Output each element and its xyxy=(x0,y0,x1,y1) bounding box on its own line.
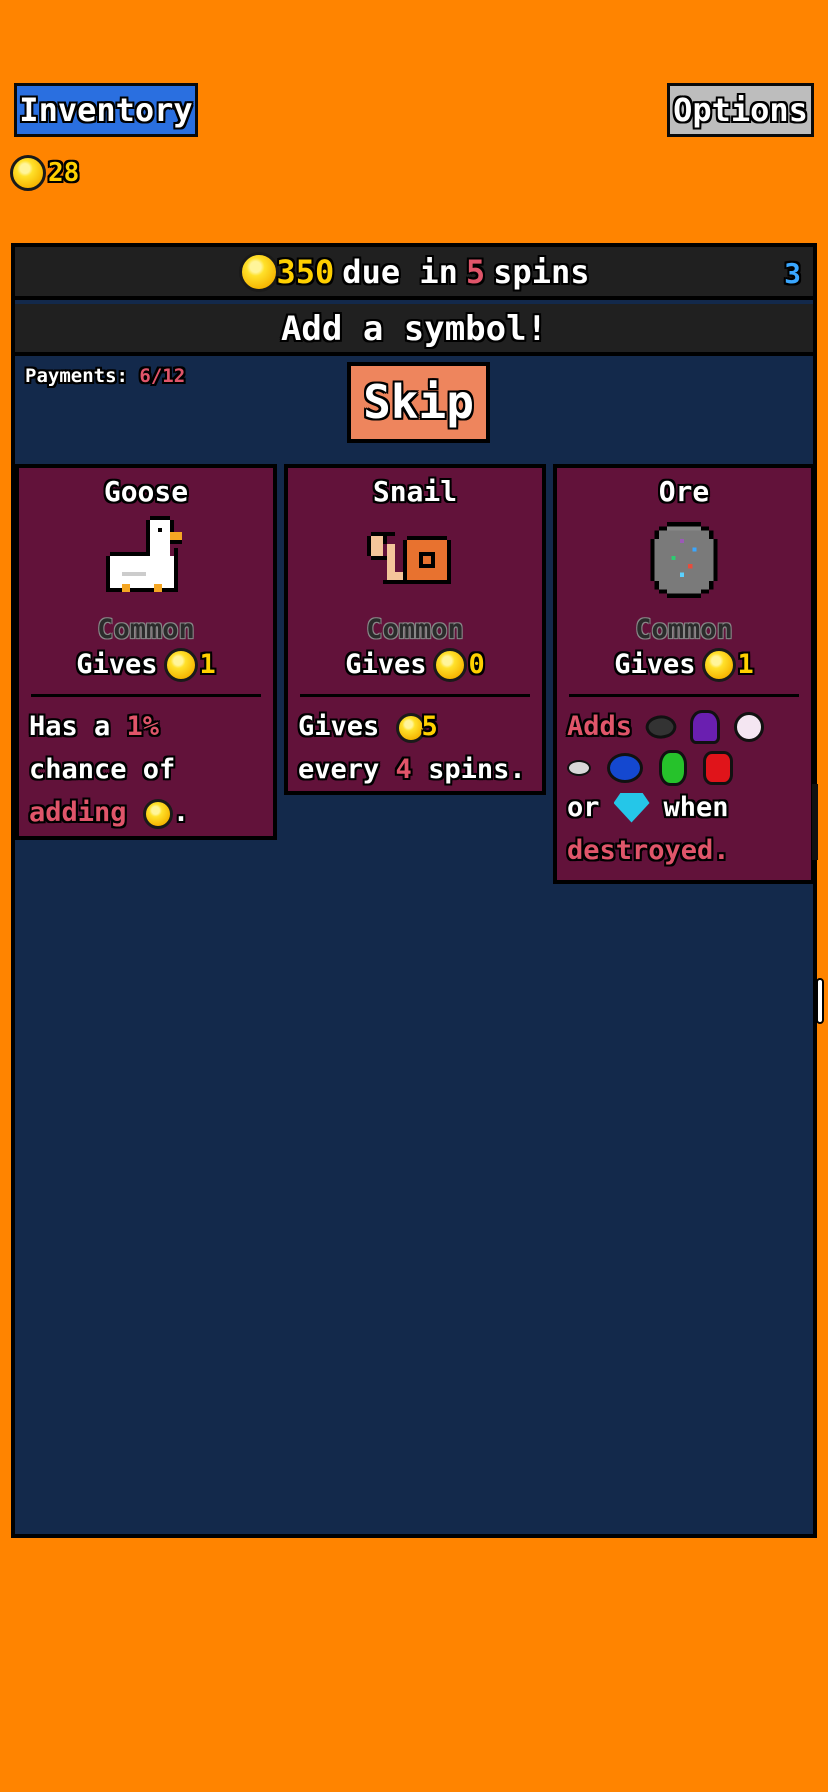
desc-text: when xyxy=(663,792,729,823)
amethyst-icon xyxy=(690,709,721,744)
spins-word: spins xyxy=(493,252,590,291)
desc-text: or xyxy=(567,792,600,823)
emerald-icon xyxy=(659,750,687,786)
edge-handle xyxy=(812,784,818,860)
gives-label: Gives xyxy=(76,649,158,680)
coin-icon xyxy=(163,648,198,682)
symbol-card-ore[interactable]: Ore Common Gives 1 Adds or when destroye… xyxy=(553,464,815,884)
desc-keyword: adding xyxy=(29,797,127,828)
goose-icon xyxy=(27,510,265,610)
sapphire-icon xyxy=(607,753,643,783)
card-rarity: Common xyxy=(635,614,733,645)
gives-value: 1 xyxy=(737,649,754,680)
rent-due-bar: 350 due in 5 spins 3 xyxy=(15,247,813,300)
coin-count-value: 28 xyxy=(48,158,80,188)
desc-coin-value: 5 xyxy=(421,711,438,742)
coin-icon xyxy=(10,155,46,191)
rerolls-count: 3 xyxy=(784,257,801,290)
payments-counter: Payments: 6/12 xyxy=(25,365,185,387)
snail-icon xyxy=(296,510,534,610)
skip-button[interactable]: Skip xyxy=(347,362,490,443)
card-description: Has a 1% chance of adding . xyxy=(27,705,265,834)
gives-value: 0 xyxy=(468,649,485,680)
options-button[interactable]: Options xyxy=(667,83,814,137)
card-gives: Gives 0 xyxy=(296,646,534,684)
card-title: Snail xyxy=(372,475,458,508)
card-rarity: Common xyxy=(366,614,464,645)
gives-value: 1 xyxy=(199,649,216,680)
silver-ore-icon xyxy=(567,760,591,776)
card-title: Ore xyxy=(658,475,710,508)
coal-icon xyxy=(642,710,680,743)
card-gives: Gives 1 xyxy=(565,646,803,684)
card-gives: Gives 1 xyxy=(27,646,265,684)
desc-text: Gives xyxy=(298,711,380,742)
desc-text: spins. xyxy=(428,754,526,785)
ore-icon xyxy=(565,510,803,610)
desc-keyword: destroyed. xyxy=(567,835,730,866)
card-title: Goose xyxy=(103,475,189,508)
coin-counter: 28 xyxy=(10,153,79,193)
desc-chance: 1% xyxy=(126,711,160,742)
edge-handle xyxy=(816,978,824,1024)
add-symbol-heading: Add a symbol! xyxy=(15,304,813,356)
spins-remaining: 5 xyxy=(465,252,486,291)
payments-label: Payments: xyxy=(25,365,128,387)
desc-text: Has a xyxy=(29,711,111,742)
desc-text: every xyxy=(298,754,380,785)
desc-text: . xyxy=(172,797,190,828)
coin-icon xyxy=(432,648,467,682)
inventory-button[interactable]: Inventory xyxy=(14,83,198,137)
desc-text: chance of xyxy=(29,754,176,785)
card-divider xyxy=(300,694,530,697)
coin-icon xyxy=(142,798,173,829)
symbol-select-panel: 350 due in 5 spins 3 Add a symbol! Payme… xyxy=(11,243,817,1538)
pearl-icon xyxy=(734,711,765,742)
card-rarity: Common xyxy=(97,614,195,645)
card-divider xyxy=(569,694,799,697)
card-description: Gives 5 every 4 spins. xyxy=(296,705,534,791)
due-in-text: due in xyxy=(342,252,458,291)
gives-label: Gives xyxy=(614,649,696,680)
rent-amount: 350 xyxy=(276,252,335,291)
coin-icon xyxy=(238,251,279,292)
payments-value: 6/12 xyxy=(139,365,186,387)
desc-interval: 4 xyxy=(395,754,412,785)
coin-icon xyxy=(701,648,736,682)
gives-label: Gives xyxy=(345,649,427,680)
desc-keyword: Adds xyxy=(567,711,633,742)
card-description: Adds or when destroyed. xyxy=(565,705,803,872)
ruby-icon xyxy=(703,751,733,785)
symbol-card-snail[interactable]: Snail Common Gives 0 Gives 5 every 4 spi… xyxy=(284,464,546,795)
card-divider xyxy=(31,694,261,697)
symbol-card-goose[interactable]: Goose Common Gives 1 Has a 1% chance of … xyxy=(15,464,277,840)
diamond-icon xyxy=(613,792,650,823)
